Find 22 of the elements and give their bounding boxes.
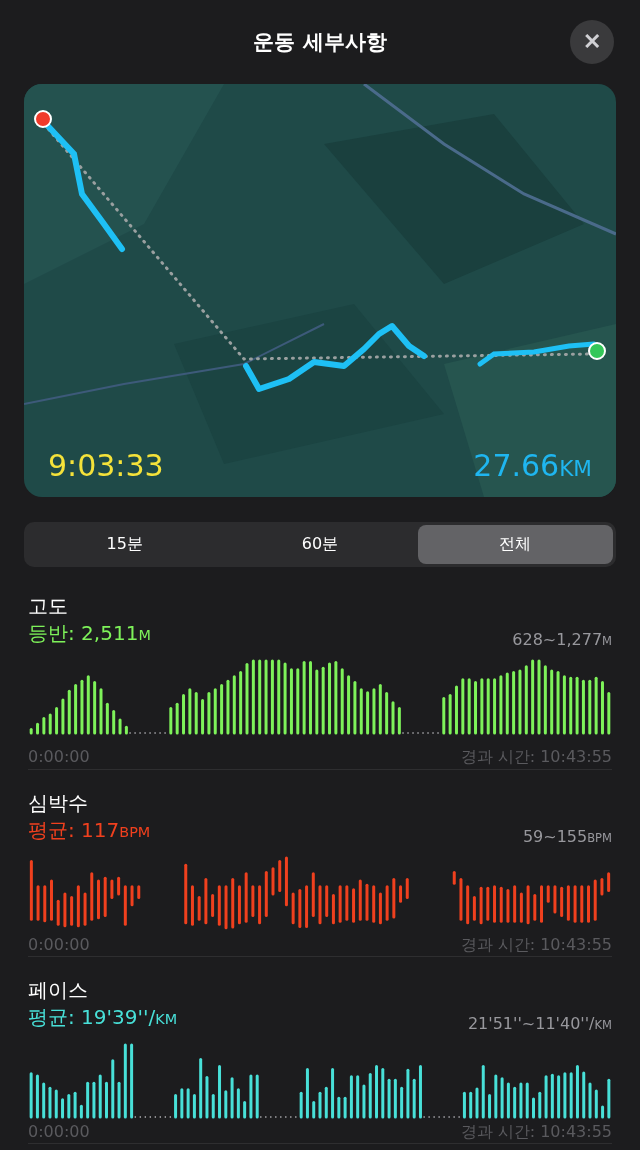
start-time: 0:00:00 (28, 1122, 90, 1143)
range-text: 628~1,277M (512, 630, 612, 649)
elapsed-time: 경과 시간: 10:43:55 (460, 935, 612, 956)
section-title: 페이스 (28, 977, 89, 1003)
window-title: 운동 세부사항 (253, 29, 387, 56)
section-title: 고도 (28, 593, 69, 619)
summary-text: 평균: 117BPM (28, 817, 151, 844)
duration-text: 9:03:33 (48, 448, 164, 483)
section-title: 심박수 (28, 790, 89, 816)
start-time: 0:00:00 (28, 747, 90, 768)
close-button[interactable]: ✕ (570, 20, 614, 64)
range-text: 21'51''~11'40''/KM (467, 1014, 612, 1033)
segment-tab[interactable]: 전체 (417, 525, 613, 564)
segment-tab[interactable]: 60분 (222, 525, 418, 564)
summary-text: 평균: 19'39''/KM (28, 1004, 178, 1031)
distance-text: 27.66KM (473, 448, 592, 483)
summary-text: 등반: 2,511 M (28, 620, 151, 647)
elapsed-time: 경과 시간: 10:43:55 (460, 1122, 612, 1143)
start-time: 0:00:00 (28, 935, 90, 956)
elapsed-time: 경과 시간: 10:43:55 (460, 747, 612, 768)
range-text: 59~155BPM (522, 827, 612, 846)
segment-tab[interactable]: 15분 (27, 525, 223, 564)
